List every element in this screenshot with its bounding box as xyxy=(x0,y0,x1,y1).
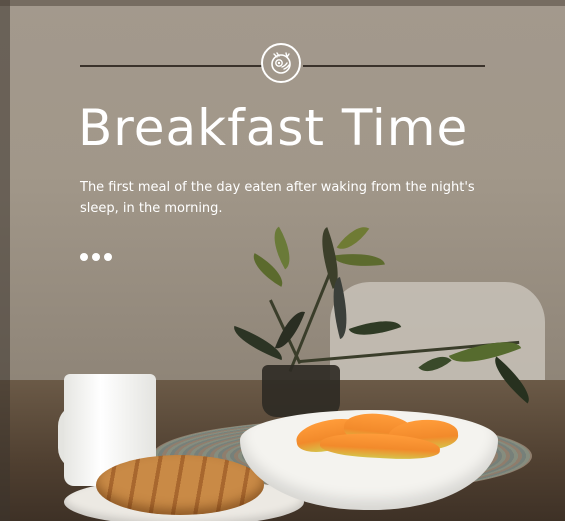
dot xyxy=(92,253,100,261)
divider-right xyxy=(303,65,485,67)
divider-left xyxy=(80,65,262,67)
more-dots-icon[interactable] xyxy=(80,253,112,261)
page-subtitle: The first meal of the day eaten after wa… xyxy=(80,180,475,216)
hero-overlay: Breakfast Time The first meal of the day… xyxy=(0,0,565,521)
breakfast-plate-icon xyxy=(261,43,301,83)
breakfast-plate-icon-graphic xyxy=(271,52,291,74)
dot xyxy=(104,253,112,261)
dot xyxy=(80,253,88,261)
page-title: Breakfast Time xyxy=(78,99,469,157)
